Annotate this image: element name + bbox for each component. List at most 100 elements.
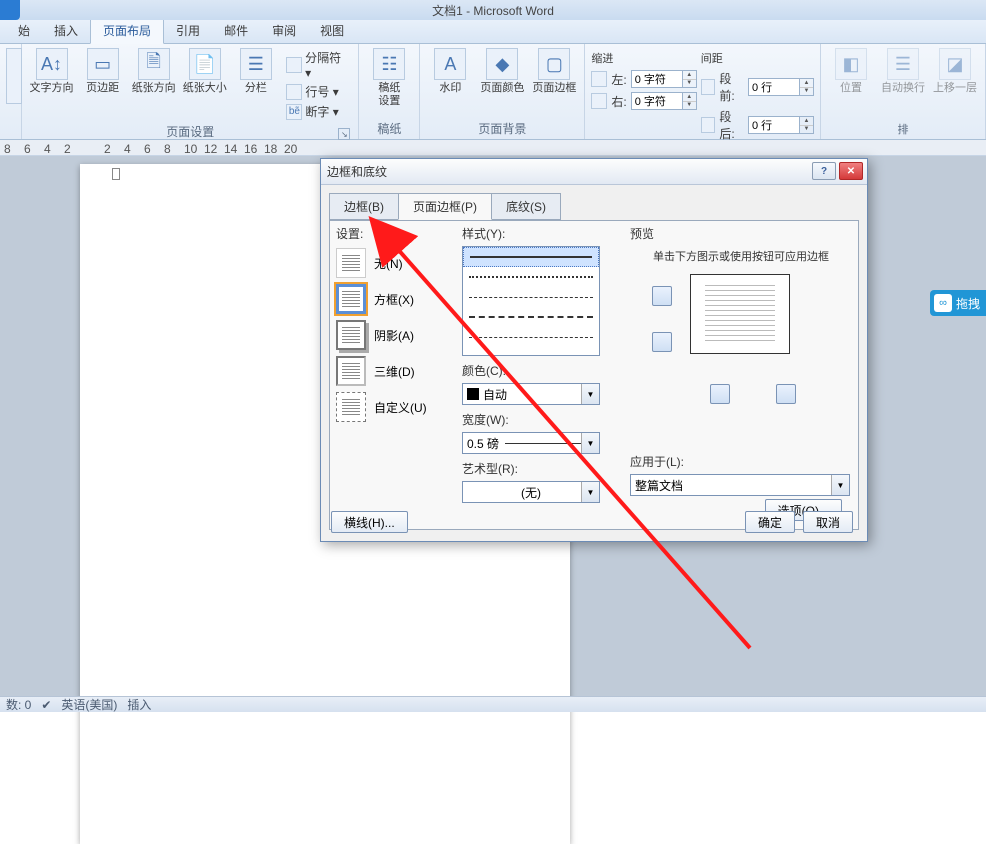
orientation-icon: 🗎	[138, 48, 170, 80]
indent-right-spinner[interactable]: ▲▼	[631, 92, 697, 110]
spinner-down-icon[interactable]: ▼	[683, 102, 696, 110]
style-dashdot[interactable]	[463, 327, 599, 347]
spinner-up-icon[interactable]: ▲	[800, 79, 813, 88]
apply-to-combo[interactable]: 整篇文档 ▼	[630, 474, 850, 496]
style-dotted[interactable]	[463, 267, 599, 287]
ruler-tick: 10	[184, 142, 197, 156]
spacing-before-input[interactable]	[748, 78, 800, 96]
style-dash-fine[interactable]	[463, 287, 599, 307]
wrap-text-button[interactable]: ☰ 自动换行	[879, 46, 927, 95]
spinner-up-icon[interactable]: ▲	[683, 71, 696, 80]
page-setup-launcher[interactable]: ↘	[338, 128, 350, 140]
status-insert-mode[interactable]: 插入	[127, 696, 151, 713]
breaks-label: 分隔符 ▾	[305, 49, 349, 80]
style-solid[interactable]	[463, 247, 599, 267]
size-button[interactable]: 📄 纸张大小	[181, 46, 228, 95]
indent-right-input[interactable]	[631, 92, 683, 110]
setting-custom[interactable]: 自定义(U)	[336, 392, 456, 422]
text-direction-button[interactable]: A↕ 文字方向	[28, 46, 75, 95]
ruler-tick: 2	[104, 142, 111, 156]
color-combo[interactable]: 自动 ▼	[462, 383, 600, 405]
cancel-button[interactable]: 取消	[803, 511, 853, 533]
hyphenation-button[interactable]: bẽ断字 ▾	[283, 102, 352, 121]
paper-setting-button[interactable]: ☷ 稿纸 设置	[365, 46, 413, 108]
status-language[interactable]: 英语(美国)	[61, 696, 117, 713]
preview-page[interactable]	[690, 274, 790, 354]
spinner-down-icon[interactable]: ▼	[800, 88, 813, 96]
tab-home-partial[interactable]: 始	[6, 18, 42, 43]
setting-shadow-label: 阴影(A)	[374, 327, 414, 344]
setting-box[interactable]: 方框(X)	[336, 284, 456, 314]
line-numbers-label: 行号 ▾	[305, 83, 338, 100]
chevron-down-icon[interactable]: ▼	[581, 384, 599, 404]
watermark-button[interactable]: A 水印	[426, 46, 474, 95]
horizontal-line-button[interactable]: 横线(H)...	[331, 511, 408, 533]
indent-left-spinner[interactable]: ▲▼	[631, 70, 697, 88]
watermark-icon: A	[434, 48, 466, 80]
tab-page-layout[interactable]: 页面布局	[90, 17, 164, 44]
spacing-before-spinner[interactable]: ▲▼	[748, 78, 814, 96]
spacing-before-label: 段前:	[719, 70, 744, 104]
position-button[interactable]: ◧ 位置	[827, 46, 875, 95]
status-proofing-icon[interactable]: ✔	[41, 698, 51, 712]
dialog-close-button[interactable]: ✕	[839, 162, 863, 180]
setting-shadow[interactable]: 阴影(A)	[336, 320, 456, 350]
themes-icon[interactable]	[6, 48, 22, 104]
group-arrange-label-partial: 排	[827, 119, 979, 139]
breaks-button[interactable]: 分隔符 ▾	[283, 48, 352, 81]
setting-custom-label: 自定义(U)	[374, 399, 427, 416]
edge-left-button[interactable]	[710, 384, 730, 404]
chevron-down-icon[interactable]: ▼	[831, 475, 849, 495]
apply-to-label: 应用于(L):	[630, 453, 850, 470]
margin-marker	[112, 168, 120, 180]
dialog-help-button[interactable]: ?	[812, 162, 836, 180]
chevron-down-icon[interactable]: ▼	[581, 433, 599, 453]
tab-mailings[interactable]: 邮件	[212, 18, 260, 43]
ok-button[interactable]: 确定	[745, 511, 795, 533]
tab-insert[interactable]: 插入	[42, 18, 90, 43]
spinner-up-icon[interactable]: ▲	[683, 93, 696, 102]
bring-forward-button[interactable]: ◪ 上移一层	[931, 46, 979, 95]
dialog-tab-page-border[interactable]: 页面边框(P)	[398, 193, 492, 220]
setting-none[interactable]: 无(N)	[336, 248, 456, 278]
tab-review[interactable]: 审阅	[260, 18, 308, 43]
horizontal-ruler[interactable]: 8 6 4 2 2 4 6 8 10 12 14 16 18 20	[0, 140, 986, 156]
width-combo[interactable]: 0.5 磅 ▼	[462, 432, 600, 454]
edge-bottom-button[interactable]	[652, 332, 672, 352]
dialog-tab-borders[interactable]: 边框(B)	[329, 193, 399, 220]
indent-left-input[interactable]	[631, 70, 683, 88]
line-numbers-button[interactable]: 行号 ▾	[283, 82, 352, 101]
spacing-after-label: 段后:	[719, 108, 744, 142]
spinner-up-icon[interactable]: ▲	[800, 117, 813, 126]
setting-none-label: 无(N)	[374, 255, 403, 272]
side-float-button[interactable]: ∞ 拖拽	[930, 290, 986, 316]
spinner-down-icon[interactable]: ▼	[683, 80, 696, 88]
style-dash[interactable]	[463, 307, 599, 327]
columns-button[interactable]: ☰ 分栏	[232, 46, 279, 95]
margins-button[interactable]: ▭ 页边距	[79, 46, 126, 95]
style-list[interactable]	[462, 246, 600, 356]
spacing-before-icon	[701, 79, 716, 95]
spinner-down-icon[interactable]: ▼	[800, 126, 813, 134]
chevron-down-icon[interactable]: ▼	[581, 482, 599, 502]
setting-3d-label: 三维(D)	[374, 363, 415, 380]
edge-right-button[interactable]	[776, 384, 796, 404]
paper-setting-icon: ☷	[373, 48, 405, 80]
orientation-button[interactable]: 🗎 纸张方向	[130, 46, 177, 95]
page-color-button[interactable]: ◆ 页面颜色	[478, 46, 526, 95]
spacing-after-spinner[interactable]: ▲▼	[748, 116, 814, 134]
style-label: 样式(Y):	[462, 225, 612, 242]
page-borders-button[interactable]: ▢ 页面边框	[530, 46, 578, 95]
dialog-titlebar[interactable]: 边框和底纹 ? ✕	[321, 159, 867, 185]
ruler-tick: 8	[4, 142, 11, 156]
dialog-tab-shading[interactable]: 底纹(S)	[491, 193, 561, 220]
tab-view[interactable]: 视图	[308, 18, 356, 43]
ruler-tick: 6	[24, 142, 31, 156]
spacing-after-input[interactable]	[748, 116, 800, 134]
edge-top-button[interactable]	[652, 286, 672, 306]
settings-label: 设置:	[336, 225, 456, 242]
art-combo[interactable]: (无) ▼	[462, 481, 600, 503]
tab-references[interactable]: 引用	[164, 18, 212, 43]
setting-3d[interactable]: 三维(D)	[336, 356, 456, 386]
ruler-tick: 18	[264, 142, 277, 156]
